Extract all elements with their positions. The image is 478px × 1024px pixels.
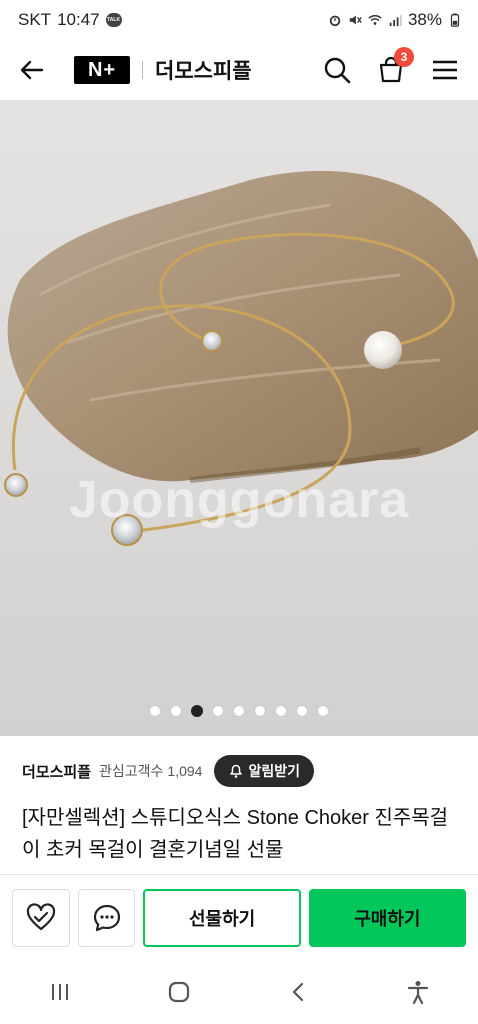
clock-text: 10:47 [57, 10, 100, 29]
product-photo [0, 100, 478, 736]
talk-inquiry-button[interactable] [77, 888, 136, 947]
recent-apps-button[interactable] [40, 972, 80, 1012]
product-image-gallery[interactable]: Joonggonara [0, 100, 478, 736]
gallery-dot[interactable] [191, 705, 203, 717]
product-title: [자만셀렉션] 스튜디오식스 Stone Choker 진주목걸이 초커 목걸이… [22, 807, 449, 861]
bell-plus-icon [230, 764, 243, 778]
battery-icon [450, 13, 460, 27]
accessibility-button[interactable] [398, 972, 438, 1012]
notification-subscribe-button[interactable]: 알림받기 [214, 755, 314, 787]
gallery-dot[interactable] [254, 705, 266, 717]
followers-info: 관심고객수 1,094 [99, 761, 202, 781]
store-name[interactable]: 더모스피플 [155, 55, 252, 85]
hamburger-icon [433, 60, 457, 80]
status-bar: SKT 10:47 TALK 38% [0, 0, 478, 40]
seller-name[interactable]: 더모스피플 [22, 761, 91, 782]
followers-count: 1,094 [167, 763, 203, 779]
gallery-pagination [0, 705, 478, 717]
header-divider [142, 61, 143, 79]
gallery-dot[interactable] [275, 705, 287, 717]
gallery-dot[interactable] [296, 705, 308, 717]
naver-plus-logo[interactable]: N+ [74, 56, 130, 84]
cart-button[interactable]: 3 [374, 47, 414, 87]
recent-apps-icon [51, 984, 68, 1000]
arrow-left-icon [20, 60, 44, 80]
alarm-label: 알림받기 [248, 763, 300, 779]
back-button[interactable] [16, 54, 48, 86]
heart-check-icon [26, 902, 55, 930]
brand-badge-text: N+ [87, 58, 117, 81]
search-button[interactable] [320, 53, 354, 87]
alarm-icon [329, 15, 341, 27]
seller-info-row: 더모스피플 관심고객수 1,094 알림받기 [22, 754, 462, 788]
signal-icon [389, 14, 402, 27]
watermark-text: Joonggonara [68, 471, 410, 529]
home-icon [169, 981, 190, 1003]
accessibility-icon [408, 981, 429, 1005]
cart-count-badge: 3 [394, 47, 414, 67]
carrier-text: SKT [18, 10, 52, 29]
gallery-dot[interactable] [212, 705, 224, 717]
home-button[interactable] [159, 972, 199, 1012]
mute-icon [349, 15, 362, 25]
chat-bubble-icon [93, 904, 120, 931]
gallery-dot[interactable] [317, 705, 329, 717]
wifi-icon [368, 15, 382, 25]
chevron-left-icon [292, 982, 303, 1002]
system-nav-bar [0, 960, 478, 1024]
gift-button[interactable]: 선물하기 [143, 888, 301, 947]
talk-notification-icon: TALK [105, 13, 122, 27]
system-back-button[interactable] [279, 972, 319, 1012]
gallery-dot[interactable] [170, 705, 182, 717]
purchase-action-bar: 선물하기 구매하기 [0, 874, 478, 960]
menu-button[interactable] [428, 53, 462, 87]
followers-label: 관심고객수 [99, 763, 164, 779]
gallery-dot[interactable] [233, 705, 245, 717]
search-icon [324, 57, 351, 84]
top-app-bar: N+ 더모스피플 3 [0, 40, 478, 100]
gallery-dot[interactable] [149, 705, 161, 717]
battery-text: 38% [407, 10, 442, 29]
buy-button[interactable]: 구매하기 [308, 888, 466, 947]
wishlist-button[interactable] [12, 888, 70, 947]
